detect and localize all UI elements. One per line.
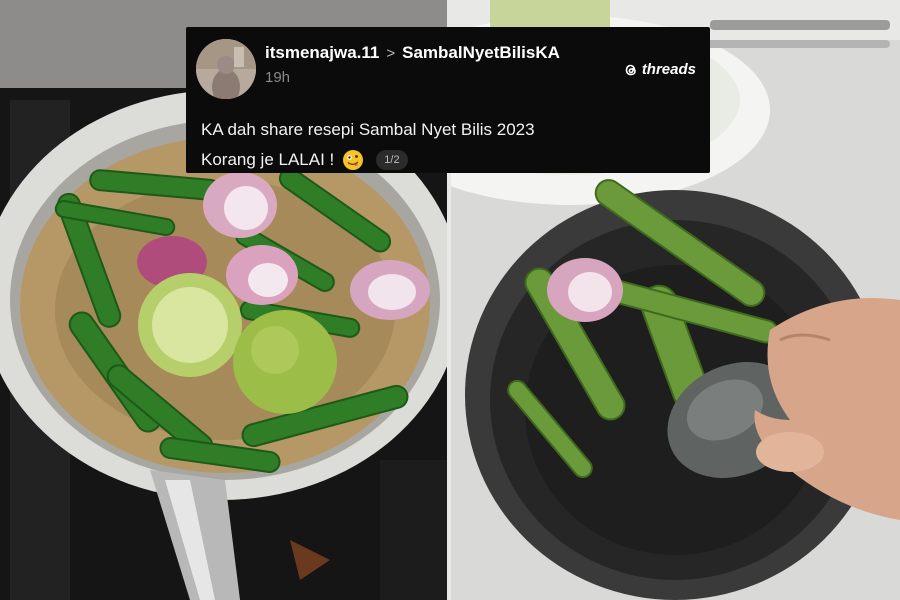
chevron-right-icon: > xyxy=(386,44,396,62)
post-body: KA dah share resepi Sambal Nyet Bilis 20… xyxy=(201,115,535,175)
threads-icon xyxy=(625,64,636,75)
threads-wordmark: threads xyxy=(641,61,696,78)
threads-post-card[interactable]: itsmenajwa.11 > SambalNyetBilisKA 19h th… xyxy=(186,27,710,173)
zany-face-icon xyxy=(343,150,364,170)
post-timestamp: 19h xyxy=(265,69,291,86)
post-text-line-1: KA dah share resepi Sambal Nyet Bilis 20… xyxy=(201,120,535,139)
username[interactable]: itsmenajwa.11 xyxy=(265,43,379,63)
avatar[interactable] xyxy=(196,39,256,99)
post-text-line-2: Korang je LALAI ! xyxy=(201,150,335,169)
page-indicator-badge[interactable]: 1/2 xyxy=(376,150,408,170)
threads-logo: threads xyxy=(623,61,696,78)
topic-tag[interactable]: SambalNyetBilisKA xyxy=(402,43,560,63)
